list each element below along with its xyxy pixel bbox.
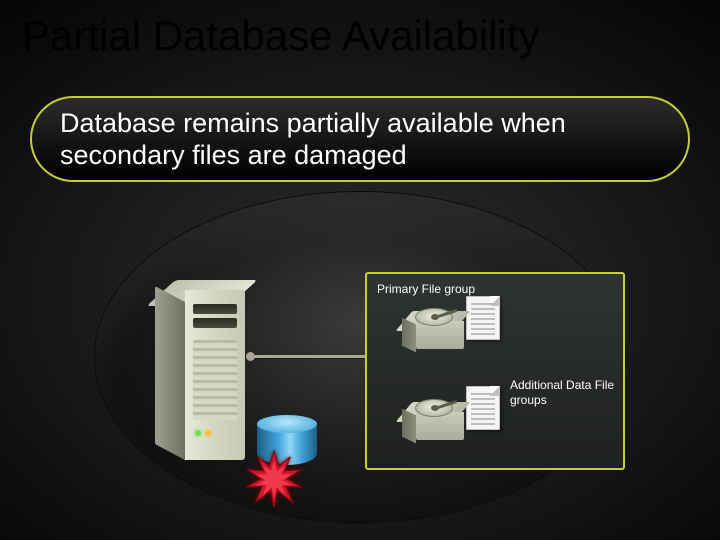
connector-line: [250, 355, 368, 358]
subtitle-text: Database remains partially available whe…: [60, 107, 660, 172]
explosion-icon: [245, 450, 303, 508]
primary-filegroup-label: Primary File group: [377, 282, 613, 296]
subtitle-pill: Database remains partially available whe…: [30, 96, 690, 182]
additional-filegroups-label: Additional Data File groups: [510, 378, 620, 408]
disk-icon: [402, 307, 476, 359]
server-icon: [155, 290, 250, 470]
slide-title: Partial Database Availability: [22, 12, 540, 60]
disk-icon: [402, 398, 476, 450]
